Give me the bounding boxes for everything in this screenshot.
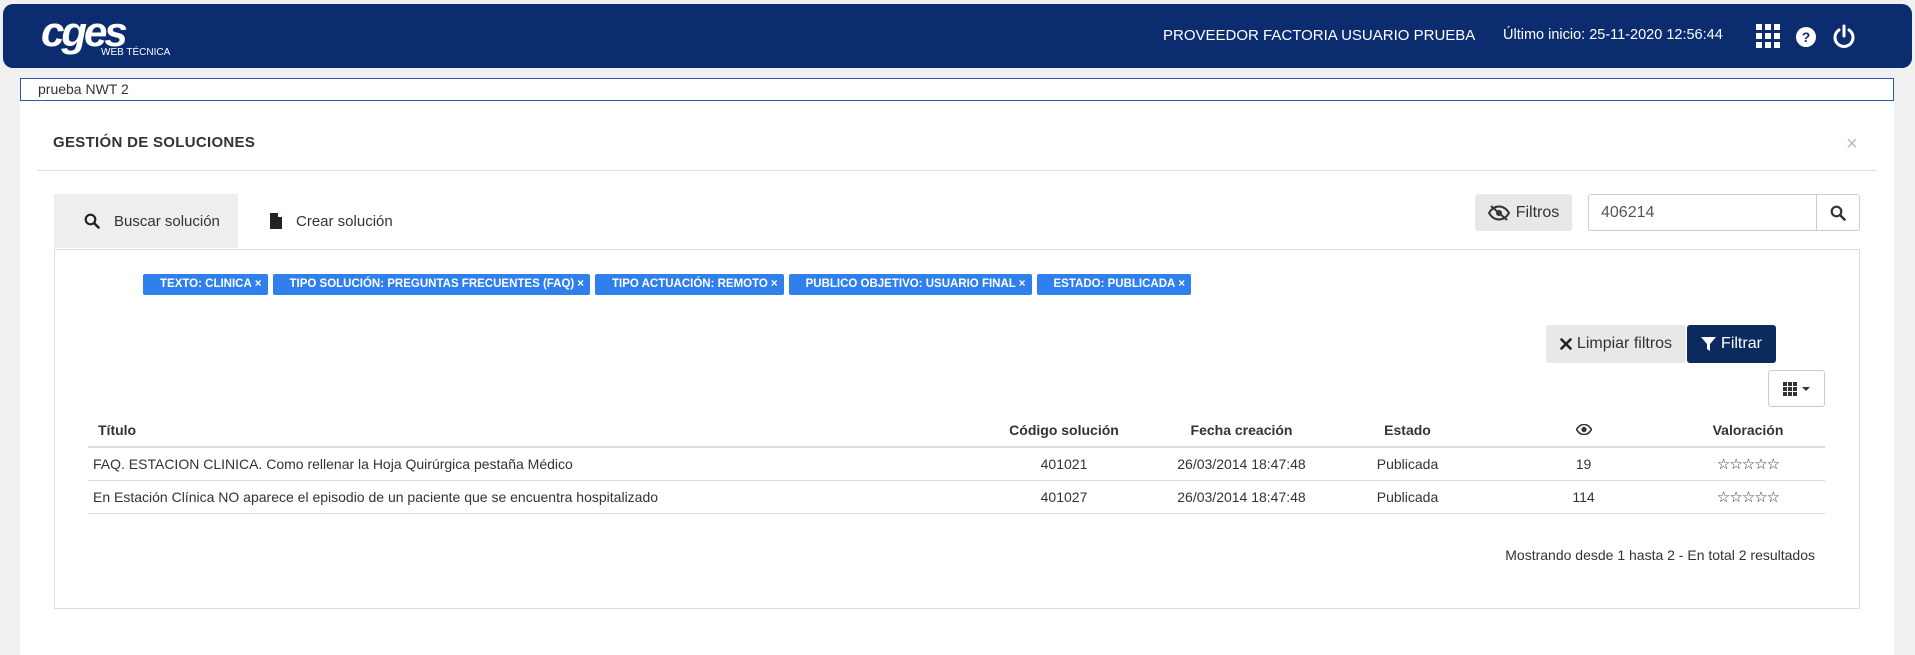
apps-grid-icon[interactable] bbox=[1755, 23, 1781, 49]
close-icon[interactable]: × bbox=[577, 278, 584, 290]
page-title: GESTIÓN DE SOLUCIONES bbox=[53, 134, 256, 151]
cell-views: 114 bbox=[1496, 480, 1671, 514]
tab-search-solution[interactable]: Buscar solución bbox=[54, 194, 238, 248]
filter-chip-text[interactable]: TEXTO: CLINICA × bbox=[143, 274, 268, 295]
file-icon bbox=[270, 213, 282, 229]
breadcrumb: prueba NWT 2 bbox=[20, 78, 1894, 101]
clear-filters-button[interactable]: Limpiar filtros bbox=[1546, 325, 1686, 363]
filter-icon bbox=[1701, 336, 1717, 351]
search-icon bbox=[1830, 205, 1846, 221]
tab-label: Crear solución bbox=[296, 212, 393, 230]
help-icon[interactable]: ? bbox=[1793, 23, 1819, 49]
cell-title[interactable]: En Estación Clínica NO aparece el episod… bbox=[88, 480, 964, 514]
cell-date: 26/03/2014 18:47:48 bbox=[1164, 447, 1319, 481]
chip-label: TEXTO: CLINICA bbox=[160, 278, 252, 290]
pagination-info: Mostrando desde 1 hasta 2 - En total 2 r… bbox=[1505, 547, 1815, 563]
close-icon[interactable]: × bbox=[255, 278, 262, 290]
header-code[interactable]: Código solución bbox=[964, 413, 1164, 448]
chip-label: TIPO ACTUACIÓN: REMOTO bbox=[611, 278, 768, 290]
cell-date: 26/03/2014 18:47:48 bbox=[1164, 480, 1319, 514]
header-state[interactable]: Estado bbox=[1319, 413, 1496, 448]
active-filters: TEXTO: CLINICA × TIPO SOLUCIÓN: PREGUNTAS… bbox=[143, 274, 1192, 295]
search-icon bbox=[84, 213, 100, 229]
search-button[interactable] bbox=[1816, 194, 1860, 231]
solutions-panel: GESTIÓN DE SOLUCIONES × Buscar solución … bbox=[20, 101, 1894, 655]
cell-state: Publicada bbox=[1319, 447, 1496, 481]
filter-chip-audience[interactable]: PUBLICO OBJETIVO: USUARIO FINAL × bbox=[788, 274, 1032, 295]
header-title[interactable]: Título bbox=[88, 413, 964, 448]
rating-stars: ☆☆☆☆☆ bbox=[1671, 480, 1825, 514]
tab-label: Buscar solución bbox=[114, 212, 220, 230]
chip-label: TIPO SOLUCIÓN: PREGUNTAS FRECUENTES (FAQ… bbox=[289, 278, 575, 290]
times-icon bbox=[1560, 338, 1572, 350]
table-row[interactable]: En Estación Clínica NO aparece el episod… bbox=[88, 480, 1825, 514]
logo-text: cges bbox=[41, 8, 128, 55]
close-icon[interactable]: × bbox=[1846, 134, 1858, 154]
grid-icon bbox=[1783, 381, 1797, 396]
logo-subtitle: WEB TÉCNICA bbox=[101, 47, 171, 58]
header-rating[interactable]: Valoración bbox=[1671, 413, 1825, 448]
close-icon[interactable]: × bbox=[771, 278, 778, 290]
breadcrumb-text: prueba NWT 2 bbox=[38, 81, 129, 97]
cell-state: Publicada bbox=[1319, 480, 1496, 514]
power-icon[interactable] bbox=[1831, 23, 1857, 49]
cell-code: 401021 bbox=[964, 447, 1164, 481]
close-icon[interactable]: × bbox=[1178, 278, 1185, 290]
user-name: PROVEEDOR FACTORIA USUARIO PRUEBA bbox=[1163, 27, 1476, 44]
divider bbox=[37, 170, 1877, 171]
table-header-row: Título Código solución Fecha creación Es… bbox=[88, 413, 1825, 448]
header-views[interactable] bbox=[1496, 413, 1671, 448]
last-login: Último inicio: 25-11-2020 12:56:44 bbox=[1503, 27, 1723, 43]
svg-text:?: ? bbox=[1802, 29, 1811, 45]
eye-icon bbox=[1575, 423, 1592, 435]
filter-label: Filtrar bbox=[1721, 335, 1762, 352]
top-navbar: cges WEB TÉCNICA PROVEEDOR FACTORIA USUA… bbox=[3, 4, 1912, 68]
chip-label: PUBLICO OBJETIVO: USUARIO FINAL bbox=[805, 278, 1016, 290]
search-input[interactable] bbox=[1588, 194, 1818, 231]
columns-dropdown-button[interactable] bbox=[1768, 370, 1825, 407]
filters-toggle-button[interactable]: Filtros bbox=[1475, 194, 1572, 231]
search-results-box: TEXTO: CLINICA × TIPO SOLUCIÓN: PREGUNTAS… bbox=[54, 249, 1860, 609]
eye-slash-icon bbox=[1487, 204, 1510, 221]
cell-code: 401027 bbox=[964, 480, 1164, 514]
tab-create-solution[interactable]: Crear solución bbox=[270, 194, 430, 248]
table-row[interactable]: FAQ. ESTACION CLINICA. Como rellenar la … bbox=[88, 447, 1825, 481]
filters-label: Filtros bbox=[1515, 203, 1560, 221]
filter-chip-action-type[interactable]: TIPO ACTUACIÓN: REMOTO × bbox=[594, 274, 784, 295]
cges-logo[interactable]: cges WEB TÉCNICA bbox=[41, 8, 181, 62]
clear-filters-label: Limpiar filtros bbox=[1576, 335, 1673, 352]
results-table: Título Código solución Fecha creación Es… bbox=[88, 413, 1825, 514]
header-date[interactable]: Fecha creación bbox=[1164, 413, 1319, 448]
filter-chip-state[interactable]: ESTADO: PUBLICADA × bbox=[1036, 274, 1192, 295]
filter-chip-solution-type[interactable]: TIPO SOLUCIÓN: PREGUNTAS FRECUENTES (FAQ… bbox=[272, 274, 590, 295]
chip-label: ESTADO: PUBLICADA bbox=[1053, 278, 1176, 290]
caret-down-icon bbox=[1802, 386, 1810, 391]
apply-filter-button[interactable]: Filtrar bbox=[1687, 325, 1776, 363]
cell-title[interactable]: FAQ. ESTACION CLINICA. Como rellenar la … bbox=[88, 447, 964, 481]
close-icon[interactable]: × bbox=[1019, 278, 1026, 290]
rating-stars: ☆☆☆☆☆ bbox=[1671, 447, 1825, 481]
cell-views: 19 bbox=[1496, 447, 1671, 481]
